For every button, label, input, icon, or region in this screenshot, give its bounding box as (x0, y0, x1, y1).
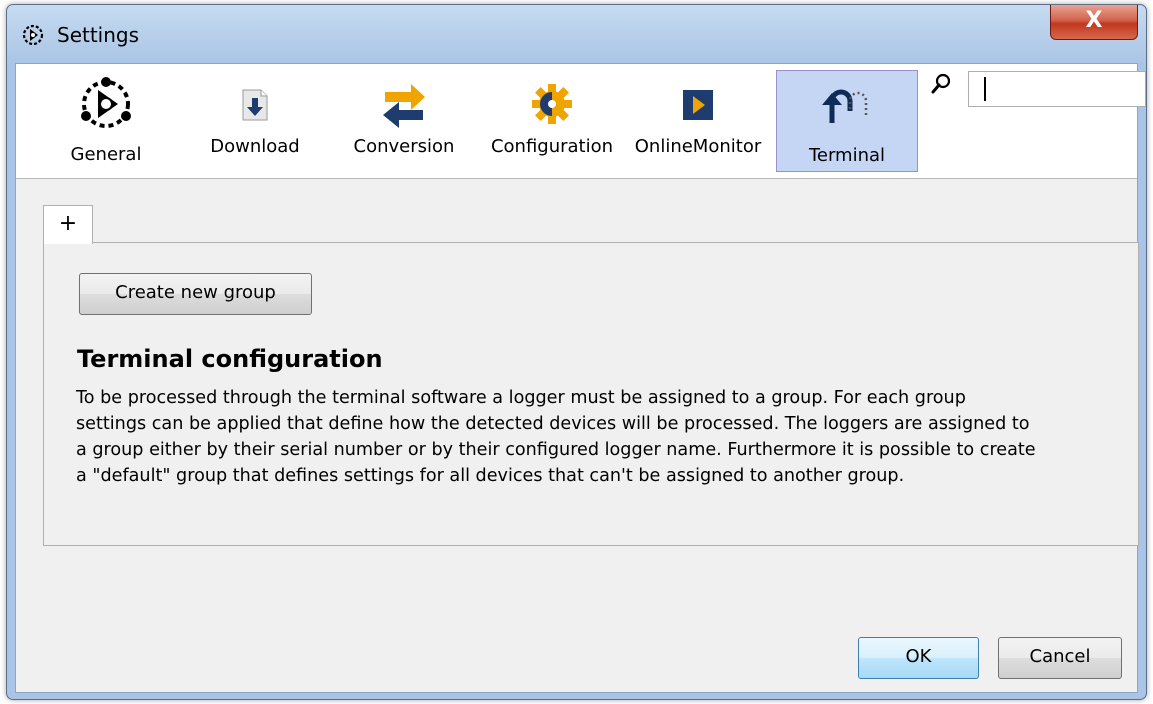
create-new-group-button[interactable]: Create new group (79, 273, 312, 315)
close-button[interactable]: X (1050, 5, 1138, 40)
settings-toolbar: General Download Conversion Configuratio… (16, 64, 1146, 179)
toolbar-item-conversion[interactable]: Conversion (344, 72, 464, 170)
window-title: Settings (57, 23, 140, 47)
toolbar-item-download[interactable]: Download (198, 72, 312, 170)
app-icon (22, 24, 44, 46)
conversion-icon (383, 84, 425, 128)
toolbar-item-onlinemonitor[interactable]: OnlineMonitor (628, 72, 768, 170)
tab-add-group[interactable]: + (43, 205, 93, 244)
description-line: settings can be applied that define how … (76, 414, 1030, 434)
toolbar-item-label: Terminal (808, 145, 886, 166)
toolbar-item-label: Configuration (490, 136, 614, 157)
settings-window: Settings X General Download Conversion C… (6, 4, 1147, 700)
title-bar[interactable]: Settings X (7, 5, 1146, 63)
toolbar-item-label: General (70, 144, 142, 165)
dialog-body: General Download Conversion Configuratio… (15, 63, 1146, 693)
terminal-tab-panel: Create new group Terminal configuration … (43, 242, 1139, 546)
terminal-icon (822, 89, 868, 123)
search-input[interactable] (968, 71, 1146, 107)
text-caret (984, 77, 986, 101)
toolbar-item-configuration[interactable]: Configuration (484, 72, 620, 170)
search-icon (931, 73, 951, 94)
description-text: To be processed through the terminal sof… (76, 385, 1126, 489)
online-monitor-icon (683, 90, 713, 120)
toolbar-item-general[interactable]: General (56, 72, 156, 170)
toolbar-item-label: Download (210, 136, 300, 157)
configuration-icon (532, 84, 572, 124)
description-line: To be processed through the terminal sof… (76, 388, 966, 408)
toolbar-item-label: Conversion (353, 136, 455, 157)
section-heading: Terminal configuration (77, 345, 383, 373)
download-icon (242, 89, 268, 121)
cancel-button[interactable]: Cancel (998, 637, 1122, 679)
toolbar-item-terminal[interactable]: Terminal (776, 70, 918, 172)
general-icon (81, 77, 131, 128)
description-line: a group either by their serial number or… (76, 440, 1036, 460)
description-line: a "default" group that defines settings … (76, 466, 905, 486)
toolbar-item-label: OnlineMonitor (634, 136, 762, 157)
ok-button[interactable]: OK (858, 637, 979, 679)
